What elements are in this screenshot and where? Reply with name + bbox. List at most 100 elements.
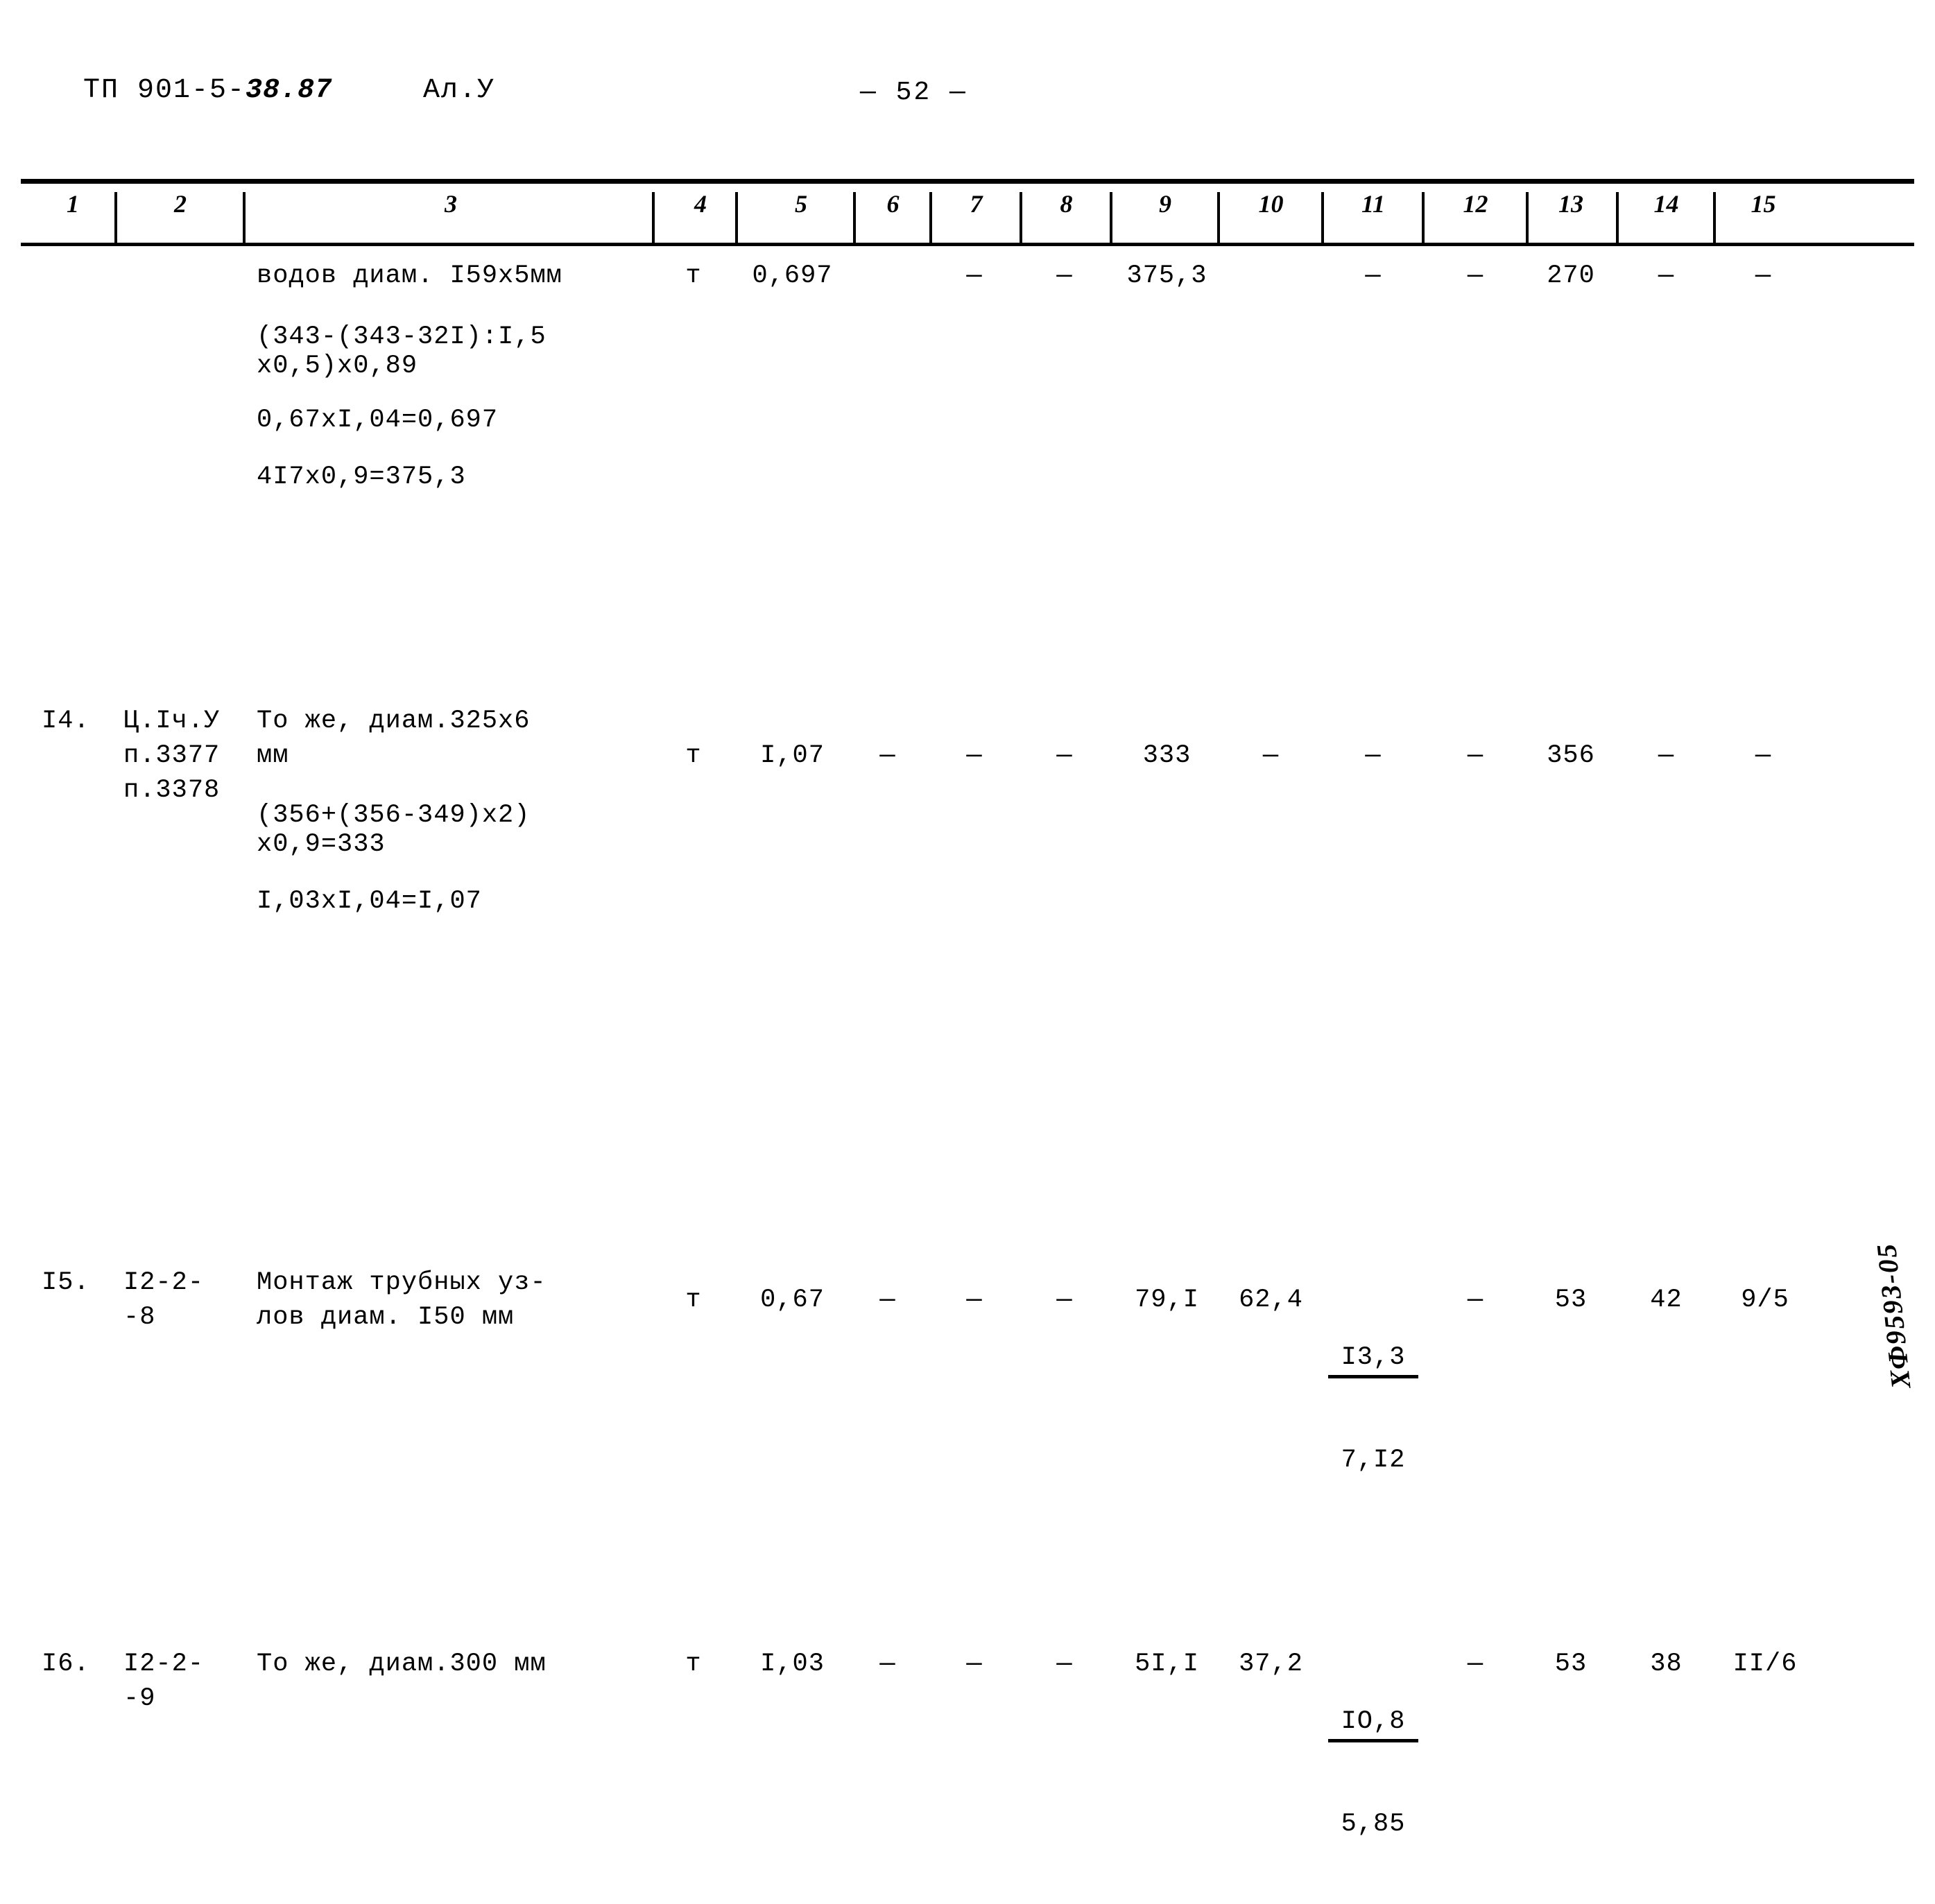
cell-col7: — <box>966 261 983 291</box>
cell-col7: — <box>966 1286 983 1315</box>
cell-col4: т <box>685 261 702 291</box>
cell-col6: — <box>879 1650 896 1679</box>
cell-col3: То же, диам.300 мм <box>257 1650 547 1679</box>
column-divider <box>1422 192 1425 243</box>
cell-col5: I,03 <box>760 1650 825 1679</box>
cell-col5: 0,697 <box>752 261 833 291</box>
corner-archive-stamp-text: ХФ9593-05 <box>1870 1241 1917 1390</box>
column-number-11: 11 <box>1361 190 1385 218</box>
column-number-1: 1 <box>67 190 79 218</box>
cell-col11-fraction: IO,8 5,85 <box>1328 1642 1418 1904</box>
column-divider <box>1616 192 1619 243</box>
table-top-rule <box>21 179 1914 184</box>
cell-col12: — <box>1467 261 1484 291</box>
cell-col1: I6. <box>42 1650 90 1679</box>
page-header: ТП 901-5-38.87 Ал.У — 52 — <box>0 75 1935 123</box>
column-number-8: 8 <box>1060 190 1073 218</box>
cell-col8: — <box>1056 261 1073 291</box>
cell-col9: 5I,I <box>1135 1650 1199 1679</box>
cell-col5: I,07 <box>760 741 825 770</box>
cell-col13: 53 <box>1554 1286 1588 1315</box>
cell-col12: — <box>1467 741 1484 770</box>
corner-archive-stamp: ХФ9593-05 <box>1845 1202 1928 1431</box>
column-divider <box>929 192 932 243</box>
column-divider <box>1526 192 1529 243</box>
calculation-line: 0,67хI,04=0,697 <box>257 406 499 435</box>
column-number-9: 9 <box>1159 190 1171 218</box>
cell-col3: То же, диам.325х6 мм <box>257 707 531 770</box>
cell-col2: I2-2- -9 <box>123 1650 205 1713</box>
cell-col7: — <box>966 1650 983 1679</box>
cell-col15: — <box>1755 741 1772 770</box>
cell-col8: — <box>1056 1286 1073 1315</box>
page-number: — 52 — <box>860 78 968 107</box>
cell-col10: — <box>1262 741 1280 770</box>
cell-col12: — <box>1467 1650 1484 1679</box>
column-divider <box>1020 192 1022 243</box>
cell-col14: 38 <box>1650 1650 1683 1679</box>
column-divider <box>1713 192 1716 243</box>
column-divider <box>853 192 856 243</box>
column-number-7: 7 <box>970 190 983 218</box>
column-divider <box>735 192 738 243</box>
table-row: I4. Ц.Iч.У п.3377 п.3378 То же, диам.325… <box>21 475 1914 916</box>
sheet-label: Ал.У <box>423 75 496 106</box>
column-number-5: 5 <box>795 190 807 218</box>
fraction-numerator: IO,8 <box>1328 1706 1418 1742</box>
cell-col6: — <box>879 1286 896 1315</box>
cell-col4: т <box>685 741 702 770</box>
cell-col13: 53 <box>1554 1650 1588 1679</box>
calculation-line: х0,5)х0,89 <box>257 352 418 381</box>
column-number-12: 12 <box>1463 190 1488 218</box>
cell-col1: I4. <box>42 707 90 736</box>
cell-col4: т <box>685 1286 702 1315</box>
cell-col2: I2-2- -8 <box>123 1268 205 1332</box>
column-divider <box>1110 192 1112 243</box>
cell-col8: — <box>1056 1650 1073 1679</box>
cell-col14: 42 <box>1650 1286 1683 1315</box>
cell-col4: т <box>685 1650 702 1679</box>
cell-col9: 333 <box>1142 741 1192 770</box>
column-divider <box>114 192 117 243</box>
column-divider <box>243 192 246 243</box>
fraction-numerator: I3,3 <box>1328 1342 1418 1378</box>
cell-col3: водов диам. I59х5мм <box>257 261 562 291</box>
calculation-line: (343-(343-32I):I,5 <box>257 322 547 352</box>
table-row: водов диам. I59х5мм т 0,697 — — 375,3 — … <box>21 246 1914 492</box>
cell-col14: — <box>1658 261 1675 291</box>
column-number-4: 4 <box>694 190 707 218</box>
column-divider <box>1217 192 1220 243</box>
column-number-3: 3 <box>445 190 457 218</box>
fraction-denominator: 7,I2 <box>1341 1446 1406 1475</box>
document-code: ТП 901-5-38.87 <box>83 75 332 106</box>
document-code-prefix: ТП 901-5- <box>83 75 246 106</box>
cell-col6: — <box>879 741 896 770</box>
cell-col10: 37,2 <box>1239 1650 1303 1679</box>
cell-col15: — <box>1755 261 1772 291</box>
document-code-suffix: 38.87 <box>246 75 333 106</box>
table-column-number-header: 1 2 3 4 5 6 7 8 9 10 11 12 13 14 15 <box>21 184 1914 243</box>
table-row: I6. I2-2- -9 То же, диам.300 мм т I,03 —… <box>21 971 1914 1839</box>
column-divider <box>1321 192 1324 243</box>
cell-col10: 62,4 <box>1239 1286 1303 1315</box>
cell-col12: — <box>1467 1286 1484 1315</box>
column-number-10: 10 <box>1258 190 1284 218</box>
column-number-2: 2 <box>174 190 187 218</box>
cell-col13: 270 <box>1547 261 1595 291</box>
cell-col5: 0,67 <box>760 1286 825 1315</box>
column-number-14: 14 <box>1653 190 1679 218</box>
table-body: водов диам. I59х5мм т 0,697 — — 375,3 — … <box>21 246 1914 1839</box>
cell-col7: — <box>966 741 983 770</box>
cell-col3: Монтаж трубных уз- лов диам. I50 мм <box>257 1268 547 1332</box>
column-number-15: 15 <box>1751 190 1776 218</box>
cell-col13: 356 <box>1547 741 1595 770</box>
table-row: I5. I2-2- -8 Монтаж трубных уз- лов диам… <box>21 780 1914 1475</box>
fraction-denominator: 5,85 <box>1341 1810 1406 1839</box>
column-divider <box>652 192 655 243</box>
cell-col15: 9/5 <box>1741 1286 1789 1315</box>
cell-col8: — <box>1056 741 1073 770</box>
column-number-6: 6 <box>886 190 900 218</box>
cell-col15: II/6 <box>1732 1650 1798 1679</box>
cell-col1: I5. <box>42 1268 90 1297</box>
cell-col9: 375,3 <box>1126 261 1207 291</box>
